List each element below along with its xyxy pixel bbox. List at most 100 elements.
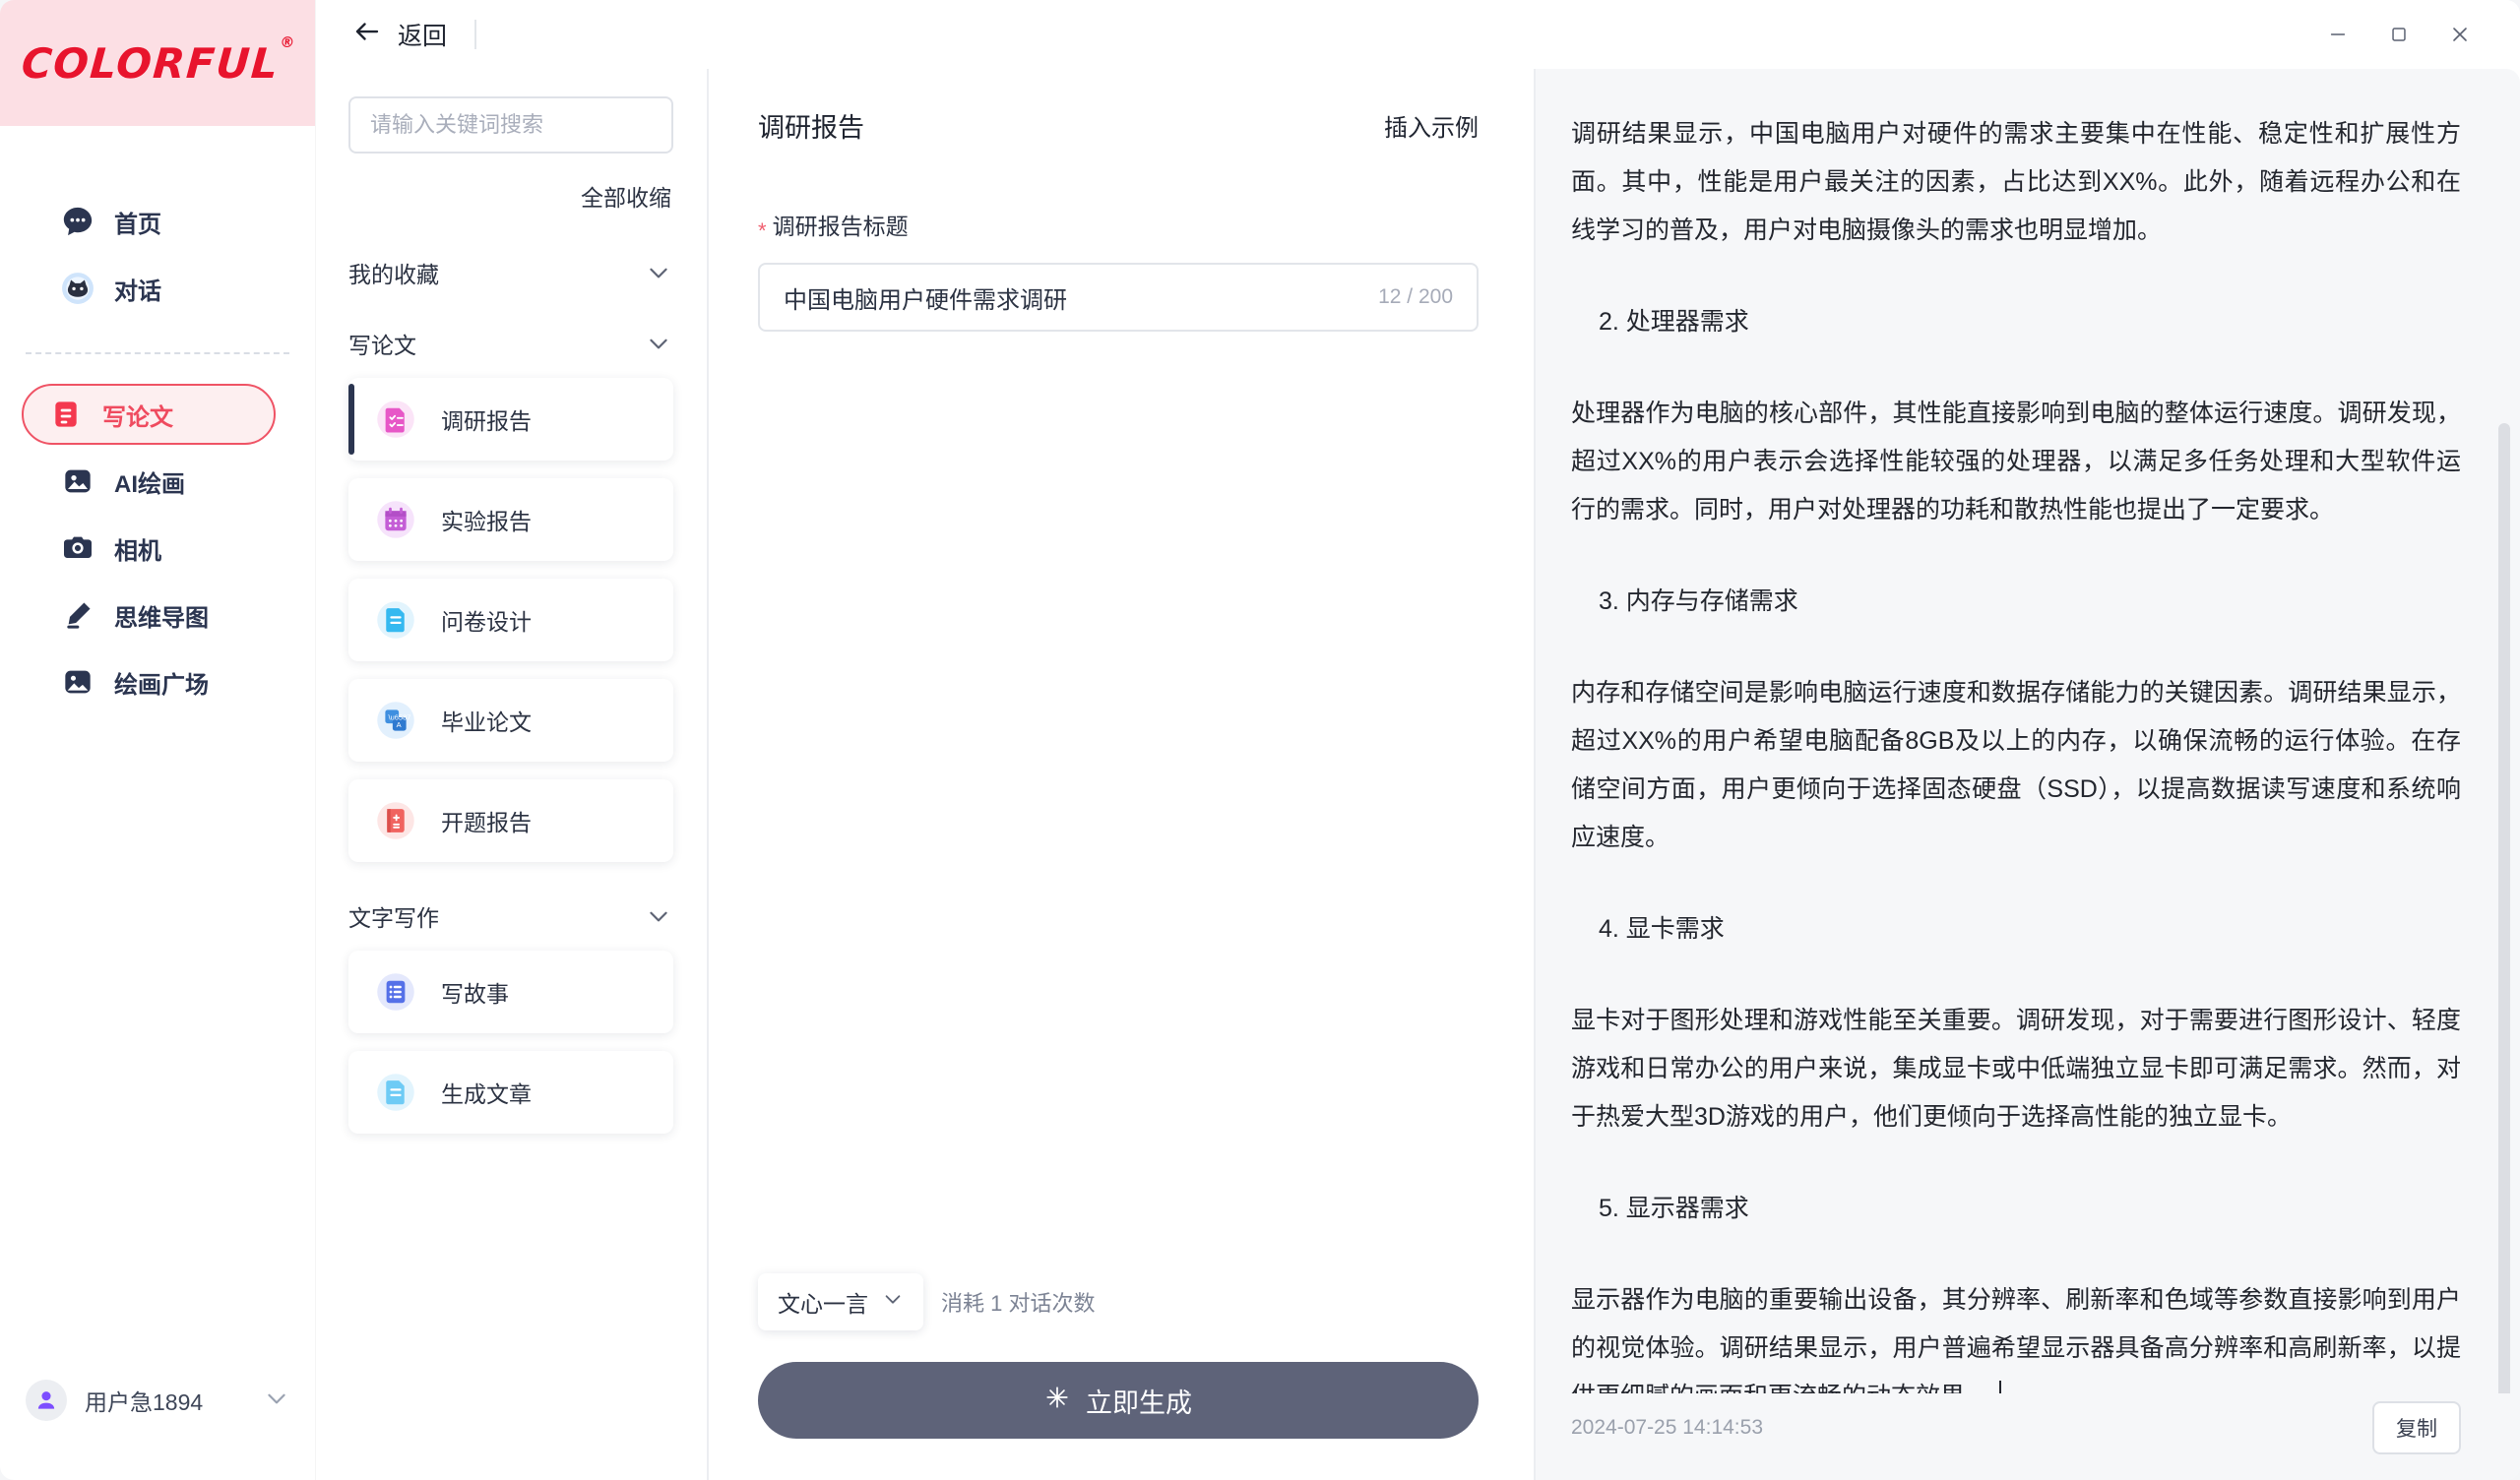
template-label: 生成文章 [441,1081,532,1107]
template-label: 写故事 [441,981,509,1007]
brand-logo: COLORFUL ® [0,0,315,126]
insert-sample-button[interactable]: 插入示例 [1384,108,1479,143]
form-body: * 调研报告标题 12 / 200 [709,145,1534,1273]
search-input[interactable] [348,96,673,154]
sidebar-item-label: 写论文 [102,403,173,431]
timestamp: 2024-07-25 14:14:53 [1571,1416,1763,1439]
chat-bubble-icon [61,205,94,238]
arrow-left-icon [352,17,382,53]
template-list-panel: 全部收缩 我的收藏 写论文 [315,69,709,1480]
text-caret [1999,1381,2002,1393]
chevron-down-icon[interactable] [264,1386,289,1416]
checklist-doc-icon [374,398,417,441]
generate-button-label: 立即生成 [1086,1388,1192,1418]
output-footer: 2024-07-25 14:14:53 复制 [1536,1393,2520,1480]
sidebar-item-mindmap[interactable]: 思维导图 [24,585,291,646]
sidebar-nav: 首页 对话 写论文 AI绘画 相机 思维导图 绘画广场 [0,126,315,718]
minimize-button[interactable] [2307,7,2368,62]
topbar: 返回 [315,0,2520,69]
template-card-generate-article[interactable]: 生成文章 [348,1051,673,1134]
collapse-all-button[interactable]: 全部收缩 [315,154,707,213]
template-group-favorites[interactable]: 我的收藏 [315,236,707,307]
character-counter: 12 / 200 [1378,285,1453,308]
title-field-label: * 调研报告标题 [758,208,1479,243]
registered-trademark-icon: ® [280,32,297,51]
generate-button[interactable]: 立即生成 [758,1362,1479,1439]
document-icon [49,398,83,431]
template-card-write-story[interactable]: 写故事 [348,951,673,1033]
template-label: 问卷设计 [441,609,532,635]
output-panel: 调研结果显示，中国电脑用户对硬件的需求主要集中在性能、稳定性和扩展性方面。其中，… [1536,69,2520,1480]
output-heading: 5. 显示器需求 [1599,1195,1749,1222]
sidebar-item-camera[interactable]: 相机 [24,518,291,579]
consume-text: 消耗 1 对话次数 [941,1291,1096,1316]
svg-text:A: A [397,720,402,729]
content-row: 全部收缩 我的收藏 写论文 [315,69,2520,1480]
gallery-icon [61,665,94,699]
template-label: 实验报告 [441,509,532,534]
pencil-icon [61,598,94,632]
title-input-wrapper: 12 / 200 [758,263,1479,332]
template-card-experiment-report[interactable]: 实验报告 [348,478,673,561]
form-panel: 调研报告 插入示例 * 调研报告标题 12 / 200 [709,69,1536,1480]
chevron-down-icon [646,260,671,285]
window-controls [2307,7,2490,62]
sidebar-item-label: AI绘画 [114,470,185,498]
close-button[interactable] [2429,7,2490,62]
sidebar-divider [26,352,289,354]
output-paragraph-text: 显示器作为电脑的重要输出设备，其分辨率、刷新率和色域等参数直接影响到用户的视觉体… [1571,1286,2461,1393]
sidebar-item-chat[interactable]: 对话 [24,258,291,319]
sparkle-icon [1044,1385,1070,1417]
template-card-research-report[interactable]: 调研报告 [348,378,673,461]
group-label: 我的收藏 [348,262,439,287]
brand-name: COLORFUL [20,38,282,88]
back-button-label: 返回 [398,23,448,50]
sidebar-item-ai-drawing[interactable]: AI绘画 [24,451,291,512]
sidebar-item-label: 相机 [114,537,161,565]
required-marker: * [758,218,767,243]
sidebar-item-home[interactable]: 首页 [24,191,291,252]
maximize-button[interactable] [2368,7,2429,62]
template-label: 毕业论文 [441,709,532,735]
output-scroll-area[interactable]: 调研结果显示，中国电脑用户对硬件的需求主要集中在性能、稳定性和扩展性方面。其中，… [1536,69,2520,1393]
output-scrollbar-thumb[interactable] [2498,423,2510,1393]
output-heading: 2. 处理器需求 [1599,308,1749,336]
document-icon [374,1071,417,1114]
model-selector[interactable]: 文心一言 [758,1273,923,1330]
template-scroll-area[interactable]: 我的收藏 写论文 调研报告 实验报告 问卷设计 \u6587 A 毕业论文 开题… [315,213,707,1480]
avatar [26,1380,67,1421]
output-paragraph: 内存和存储空间是影响电脑运行速度和数据存储能力的关键因素。调研结果显示，超过XX… [1571,679,2461,851]
template-group-text-writing[interactable]: 文字写作 [315,880,707,951]
sidebar-item-gallery[interactable]: 绘画广场 [24,651,291,712]
translate-icon: \u6587 A [374,699,417,742]
output-paragraph: 调研结果显示，中国电脑用户对硬件的需求主要集中在性能、稳定性和扩展性方面。其中，… [1571,120,2461,244]
output-paragraph: 处理器作为电脑的核心部件，其性能直接影响到电脑的整体运行速度。调研发现，超过XX… [1571,400,2461,524]
main-area: 返回 全部收缩 [315,0,2520,1480]
output-heading: 4. 显卡需求 [1599,915,1725,943]
sidebar-item-label: 对话 [114,278,161,305]
sidebar-item-write-paper[interactable]: 写论文 [22,384,276,445]
template-card-graduation-thesis[interactable]: \u6587 A 毕业论文 [348,679,673,762]
calendar-icon [374,498,417,541]
group-label: 写论文 [348,333,416,358]
user-account-row[interactable]: 用户急1894 [0,1364,315,1437]
search-wrapper [315,96,707,154]
report-title-input[interactable] [784,283,1379,311]
sidebar: COLORFUL ® 首页 对话 写论文 AI绘画 相机 思维导图 绘画广场 用… [0,0,315,1480]
group-label: 文字写作 [348,905,439,931]
chevron-down-icon [646,331,671,356]
form-footer: 文心一言 消耗 1 对话次数 立即生成 [709,1273,1534,1480]
template-card-proposal-report[interactable]: 开题报告 [348,779,673,862]
template-group-write-paper[interactable]: 写论文 [315,307,707,378]
copy-button[interactable]: 复制 [2372,1401,2461,1454]
template-card-questionnaire-design[interactable]: 问卷设计 [348,579,673,661]
model-row: 文心一言 消耗 1 对话次数 [758,1273,1479,1330]
camera-icon [61,531,94,565]
user-name: 用户急1894 [85,1389,204,1415]
model-name: 文心一言 [778,1291,868,1317]
back-button[interactable]: 返回 [352,17,474,53]
output-paragraph: 显卡对于图形处理和游戏性能至关重要。调研发现，对于需要进行图形设计、轻度游戏和日… [1571,1007,2461,1131]
topbar-separator [474,20,477,49]
chevron-down-icon [646,903,671,929]
